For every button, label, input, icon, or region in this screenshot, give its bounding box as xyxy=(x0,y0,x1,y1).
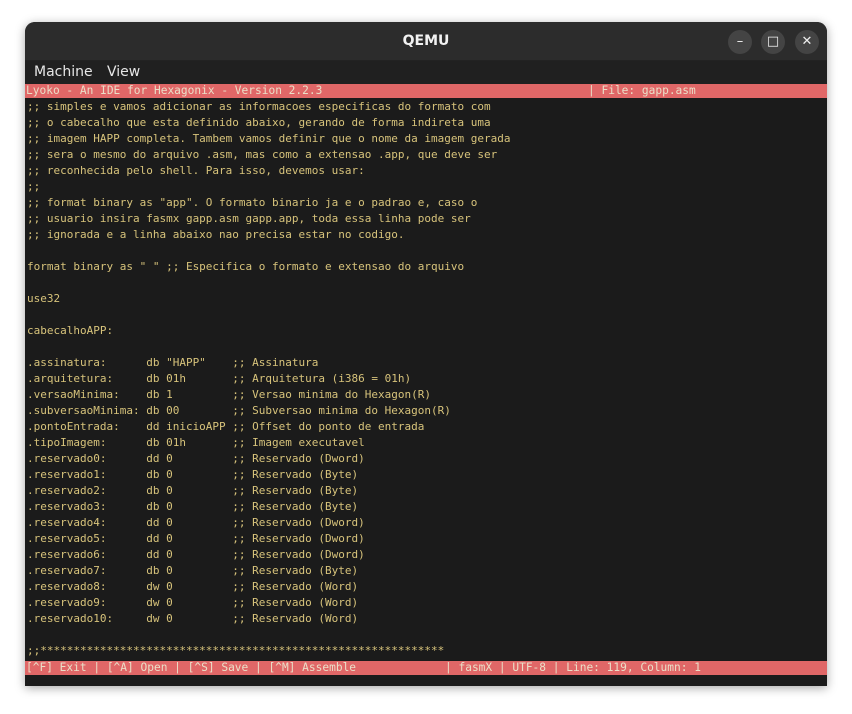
editor-header-bar: Lyoko - An IDE for Hexagonix - Version 2… xyxy=(25,84,827,98)
code-line: .tipoImagem: db 01h ;; Imagem executavel xyxy=(27,436,365,449)
maximize-icon[interactable]: □ xyxy=(761,30,785,54)
code-line: ;;**************************************… xyxy=(27,644,445,657)
code-line: .subversaoMinima: db 00 ;; Subversao min… xyxy=(27,404,451,417)
code-line: ;; o cabecalho que esta definido abaixo,… xyxy=(27,116,491,129)
editor-status-bar: [^F] Exit | [^A] Open | [^S] Save | [^M]… xyxy=(25,661,827,675)
code-line: format binary as " " ;; Especifica o for… xyxy=(27,260,465,273)
code-line: .reservado7: db 0 ;; Reservado (Byte) xyxy=(27,564,359,577)
code-line: .pontoEntrada: dd inicioAPP ;; Offset do… xyxy=(27,420,425,433)
code-line: .reservado2: db 0 ;; Reservado (Byte) xyxy=(27,484,359,497)
code-line: .reservado0: dd 0 ;; Reservado (Dword) xyxy=(27,452,365,465)
code-line: use32 xyxy=(27,292,61,305)
code-line: .arquitetura: db 01h ;; Arquitetura (i38… xyxy=(27,372,412,385)
shortcut-hints: [^F] Exit | [^A] Open | [^S] Save | [^M]… xyxy=(26,661,357,674)
code-line: .reservado3: db 0 ;; Reservado (Byte) xyxy=(27,500,359,513)
code-editor-area[interactable]: ;; simples e vamos adicionar as informac… xyxy=(27,99,825,659)
code-line: ;; xyxy=(27,180,41,193)
code-line: .reservado5: dd 0 ;; Reservado (Dword) xyxy=(27,532,365,545)
code-line: .reservado8: dw 0 ;; Reservado (Word) xyxy=(27,580,359,593)
code-line: .assinatura: db "HAPP" ;; Assinatura xyxy=(27,356,319,369)
title-bar[interactable]: QEMU – □ ✕ xyxy=(25,22,827,61)
qemu-window: QEMU – □ ✕ Machine View Lyoko - An IDE f… xyxy=(25,22,827,686)
editor-title: Lyoko - An IDE for Hexagonix - Version 2… xyxy=(26,84,323,97)
code-line: .versaoMinima: db 1 ;; Versao minima do … xyxy=(27,388,431,401)
code-line: .reservado1: db 0 ;; Reservado (Byte) xyxy=(27,468,359,481)
code-line: ;; reconhecida pelo shell. Para isso, de… xyxy=(27,164,365,177)
code-line: ;; imagem HAPP completa. Tambem vamos de… xyxy=(27,132,511,145)
code-line: .reservado9: dw 0 ;; Reservado (Word) xyxy=(27,596,359,609)
code-line: .reservado10: dw 0 ;; Reservado (Word) xyxy=(27,612,359,625)
code-line: .reservado4: dd 0 ;; Reservado (Dword) xyxy=(27,516,365,529)
code-line: ;; usuario insira fasmx gapp.asm gapp.ap… xyxy=(27,212,471,225)
vm-screen[interactable]: Lyoko - An IDE for Hexagonix - Version 2… xyxy=(25,84,827,686)
editor-file-name: | File: gapp.asm xyxy=(588,84,696,97)
menu-bar: Machine View xyxy=(25,61,827,84)
status-info: | fasmX | UTF-8 | Line: 119, Column: 1 xyxy=(445,661,701,674)
close-icon[interactable]: ✕ xyxy=(795,30,819,54)
code-line: cabecalhoAPP: xyxy=(27,324,114,337)
menu-view[interactable]: View xyxy=(107,61,140,84)
code-line: ;; ignorada e a linha abaixo nao precisa… xyxy=(27,228,405,241)
code-line: ;; format binary as "app". O formato bin… xyxy=(27,196,478,209)
code-line: ;; simples e vamos adicionar as informac… xyxy=(27,100,491,113)
window-title: QEMU xyxy=(402,33,450,49)
minimize-icon[interactable]: – xyxy=(728,30,752,54)
code-line: ;; sera o mesmo do arquivo .asm, mas com… xyxy=(27,148,498,161)
menu-machine[interactable]: Machine xyxy=(34,61,93,84)
code-line: .reservado6: dd 0 ;; Reservado (Dword) xyxy=(27,548,365,561)
